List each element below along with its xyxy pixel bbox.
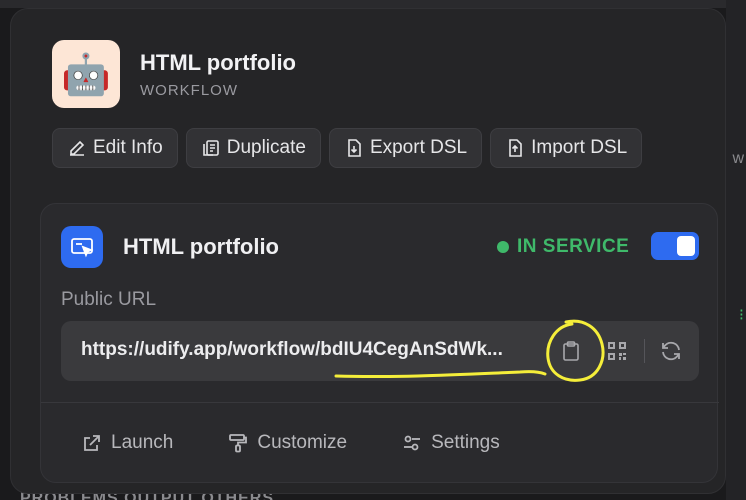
- service-toggle[interactable]: [651, 232, 699, 260]
- customize-button[interactable]: Customize: [227, 432, 347, 454]
- public-url-value[interactable]: https://udify.app/workflow/bdIU4CegAnSdW…: [81, 339, 503, 361]
- paint-roller-icon: [229, 434, 248, 453]
- background-editor-edge: [726, 0, 746, 500]
- qr-code-icon[interactable]: [605, 339, 629, 363]
- customize-label: Customize: [257, 432, 348, 453]
- window-top-edge: [0, 0, 746, 8]
- launch-label: Launch: [111, 432, 174, 453]
- settings-button[interactable]: Settings: [401, 432, 500, 454]
- import-dsl-label: Import DSL: [531, 137, 628, 158]
- app-header: 🤖 HTML portfolio WORKFLOW: [52, 40, 296, 108]
- duplicate-label: Duplicate: [226, 137, 306, 158]
- public-url-box: https://udify.app/workflow/bdIU4CegAnSdW…: [61, 321, 699, 381]
- file-export-icon: [348, 139, 361, 157]
- settings-label: Settings: [431, 432, 500, 453]
- url-actions-divider: [644, 339, 645, 363]
- toggle-knob: [677, 236, 695, 256]
- app-type-label: WORKFLOW: [140, 81, 238, 99]
- file-import-icon: [509, 139, 522, 157]
- edit-info-button[interactable]: Edit Info: [52, 128, 178, 168]
- export-dsl-button[interactable]: Export DSL: [328, 128, 483, 168]
- edit-info-label: Edit Info: [93, 137, 163, 158]
- status-text: IN SERVICE: [517, 236, 630, 257]
- export-dsl-label: Export DSL: [369, 137, 468, 158]
- public-url-label: Public URL: [61, 289, 157, 310]
- pencil-icon: [70, 140, 85, 156]
- duplicate-button[interactable]: Duplicate: [185, 128, 321, 168]
- status-dot-icon: [497, 241, 509, 253]
- card-footer-actions: Launch Customize Settings: [81, 432, 500, 454]
- refresh-icon[interactable]: [659, 339, 683, 363]
- sliders-icon: [404, 435, 421, 451]
- card-divider: [41, 402, 719, 403]
- external-link-icon: [84, 435, 100, 451]
- copy-icon: [202, 140, 219, 156]
- window-cursor-icon: [61, 226, 103, 268]
- background-letter-w: w: [732, 150, 744, 167]
- app-title: HTML portfolio: [140, 49, 296, 75]
- robot-icon: 🤖: [52, 40, 120, 108]
- webapp-title: HTML portfolio: [123, 234, 279, 259]
- status-badge: IN SERVICE: [497, 236, 629, 258]
- clipboard-icon[interactable]: [559, 339, 583, 363]
- webapp-card: HTML portfolio IN SERVICE Public URL htt…: [40, 203, 719, 483]
- app-action-bar: Edit Info Duplicate Export DSL Import DS…: [52, 128, 643, 168]
- import-dsl-button[interactable]: Import DSL: [490, 128, 643, 168]
- webapp-card-header: HTML portfolio: [61, 226, 279, 268]
- launch-button[interactable]: Launch: [81, 432, 173, 454]
- background-green-mark: ⁝: [738, 307, 744, 324]
